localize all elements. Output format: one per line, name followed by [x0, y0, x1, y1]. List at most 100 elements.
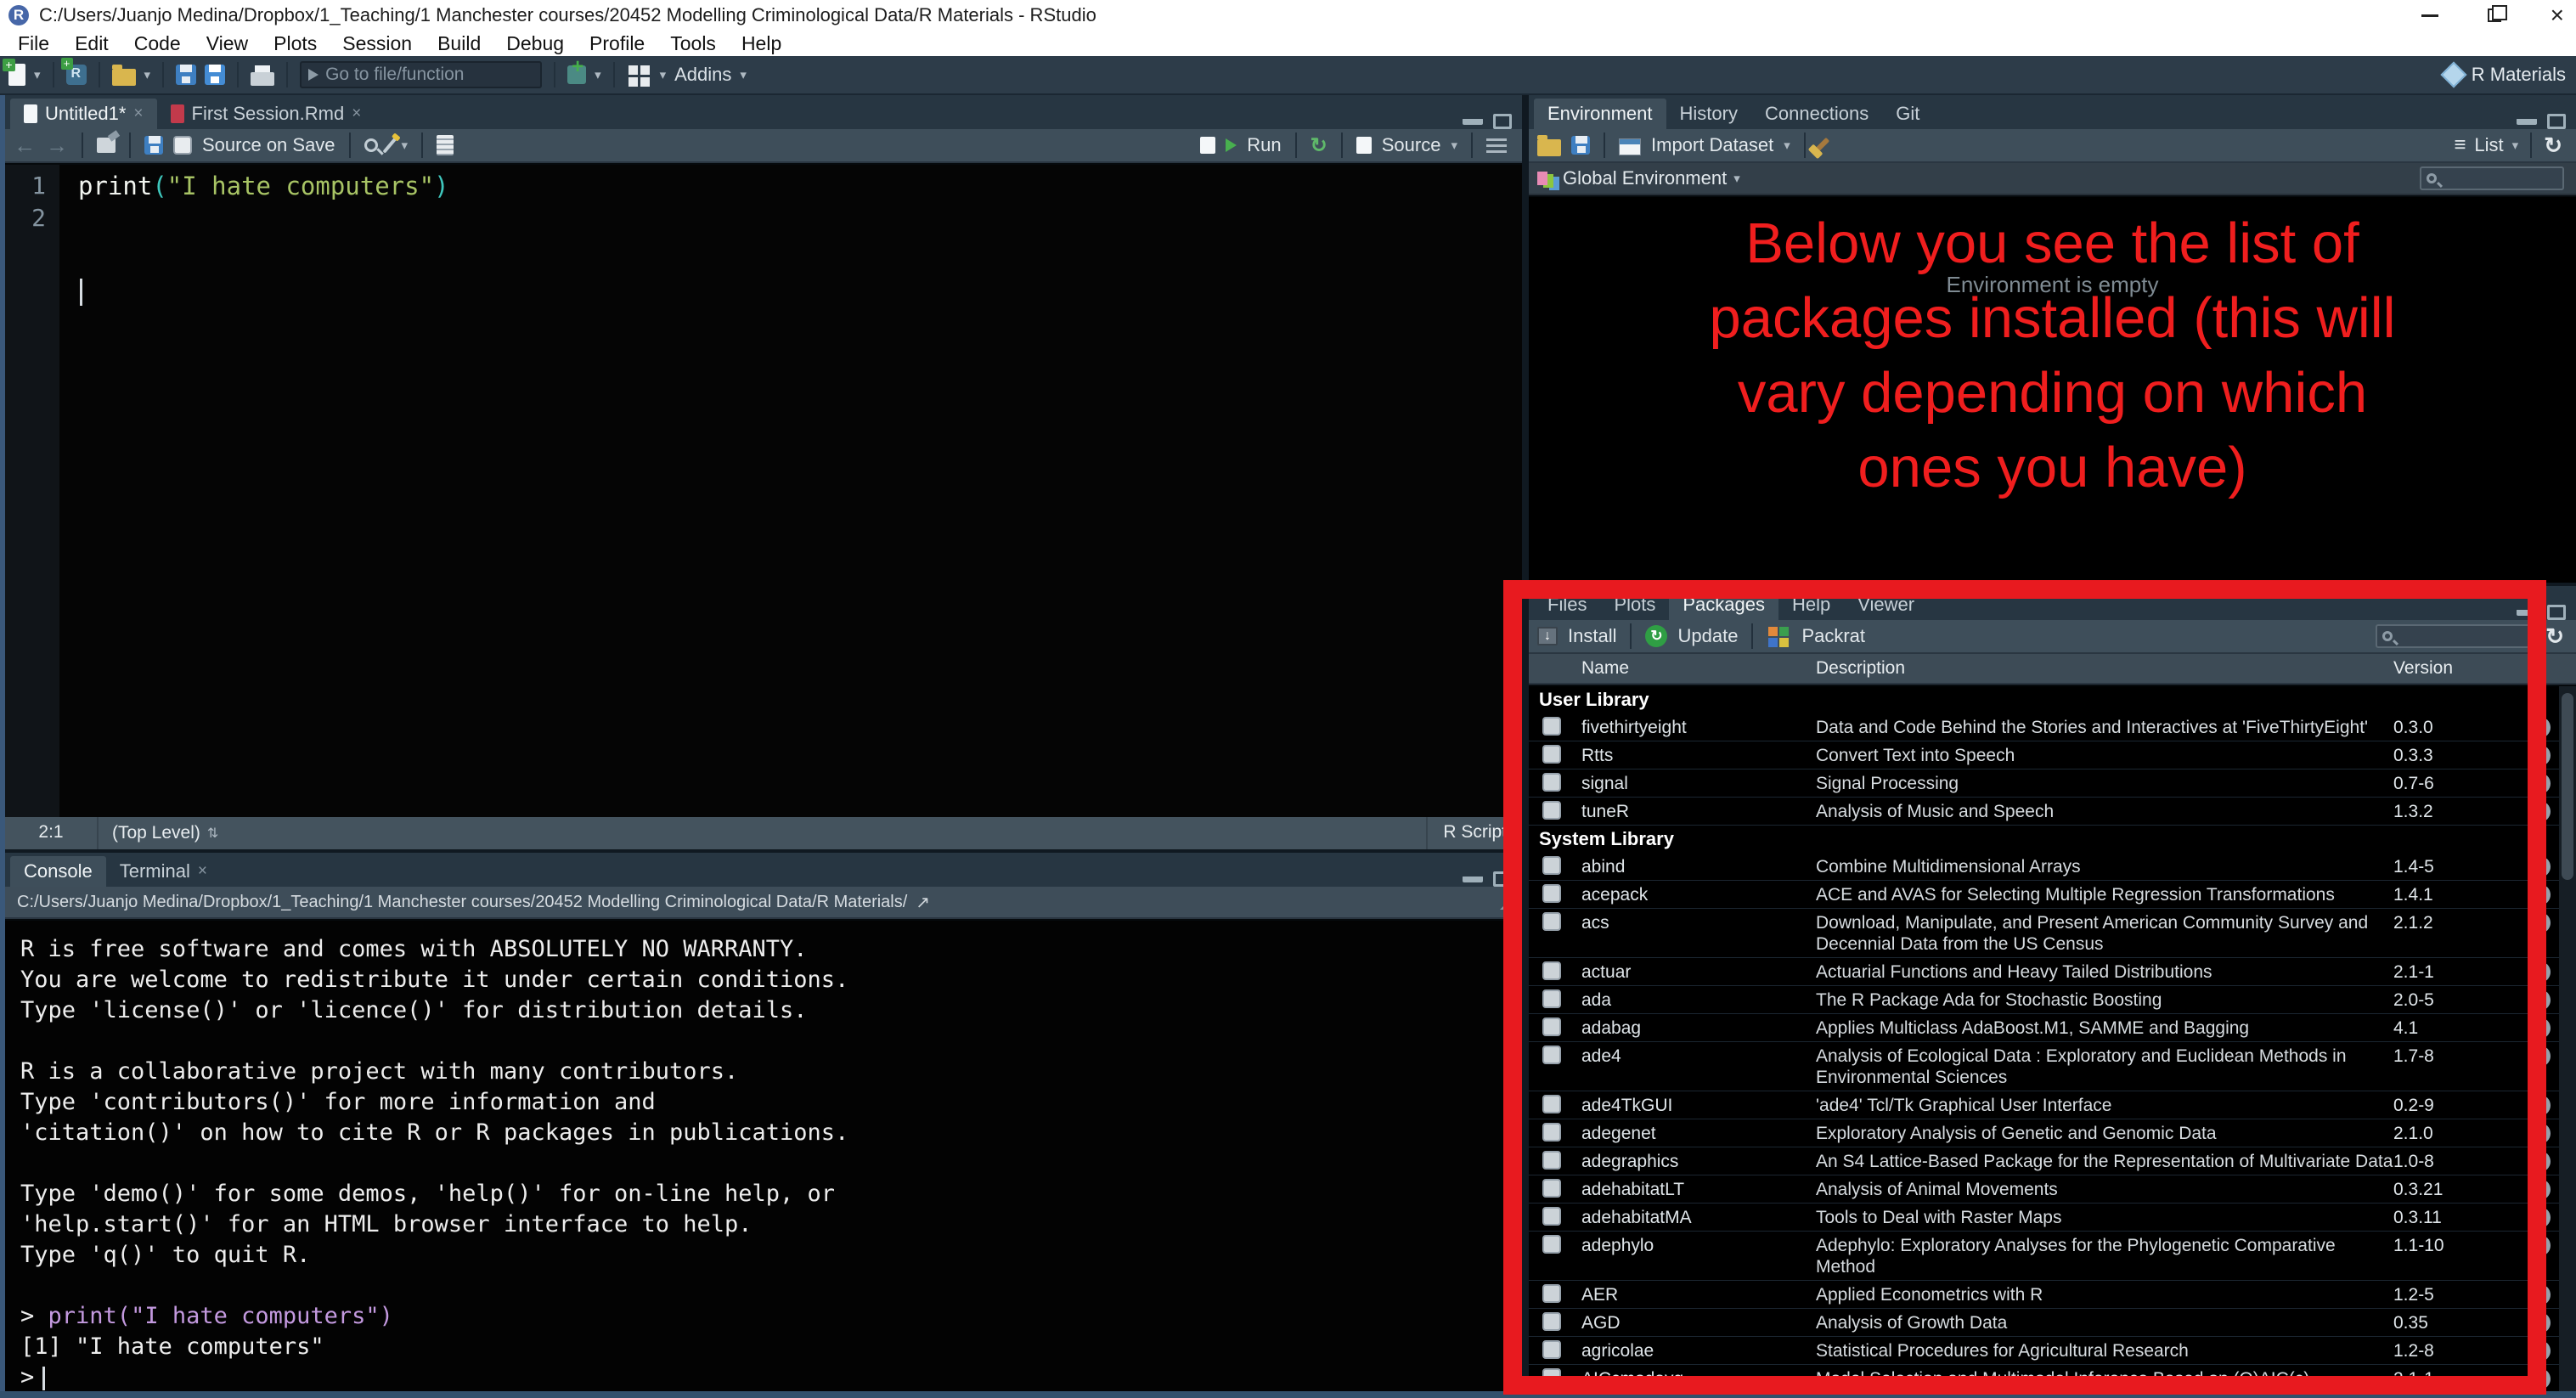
package-remove-button[interactable]: ×: [2529, 1312, 2551, 1333]
column-version[interactable]: Version: [2393, 658, 2529, 679]
package-checkbox[interactable]: [1542, 1207, 1561, 1226]
package-checkbox[interactable]: [1542, 1235, 1561, 1254]
package-remove-button[interactable]: ×: [2529, 1123, 2551, 1144]
maximize-pane-icon[interactable]: [1493, 114, 1512, 129]
tab-viewer[interactable]: Viewer: [1844, 589, 1928, 620]
new-project-icon[interactable]: [66, 65, 87, 85]
package-name-link[interactable]: actuar: [1581, 961, 1816, 983]
packages-search-input[interactable]: [2376, 624, 2537, 648]
import-dataset-icon[interactable]: [1619, 138, 1641, 155]
package-remove-button[interactable]: ×: [2529, 1151, 2551, 1172]
minimize-pane-icon[interactable]: [1463, 876, 1483, 882]
menu-item-view[interactable]: View: [194, 32, 261, 55]
code-tools-icon[interactable]: [382, 137, 397, 153]
package-checkbox[interactable]: [1542, 961, 1561, 980]
environment-dropdown[interactable]: ▾: [1733, 171, 1740, 186]
package-remove-button[interactable]: ×: [2529, 961, 2551, 983]
package-remove-button[interactable]: ×: [2529, 745, 2551, 766]
package-name-link[interactable]: adegenet: [1581, 1123, 1816, 1144]
tab-packages[interactable]: Packages: [1669, 589, 1778, 620]
menu-item-help[interactable]: Help: [729, 32, 794, 55]
package-checkbox[interactable]: [1542, 1123, 1561, 1142]
package-name-link[interactable]: signal: [1581, 773, 1816, 794]
packages-table[interactable]: User LibraryfivethirtyeightData and Code…: [1529, 686, 2559, 1391]
import-dataset-dropdown[interactable]: ▾: [1784, 138, 1790, 153]
package-remove-button[interactable]: ×: [2529, 1235, 2551, 1256]
minimize-pane-icon[interactable]: [2517, 118, 2537, 125]
package-remove-button[interactable]: ×: [2529, 1095, 2551, 1116]
restore-window-button[interactable]: [2488, 8, 2501, 22]
maximize-pane-icon[interactable]: [1493, 871, 1512, 887]
package-remove-button[interactable]: ×: [2529, 1179, 2551, 1200]
document-outline-icon[interactable]: [1486, 138, 1507, 141]
package-remove-button[interactable]: ×: [2529, 1207, 2551, 1228]
package-name-link[interactable]: AGD: [1581, 1312, 1816, 1333]
package-remove-button[interactable]: ×: [2529, 989, 2551, 1011]
package-checkbox[interactable]: [1542, 1179, 1561, 1198]
column-name[interactable]: Name: [1581, 658, 1816, 679]
run-button[interactable]: Run: [1247, 134, 1281, 156]
package-checkbox[interactable]: [1542, 1095, 1561, 1113]
refresh-icon[interactable]: ↻: [2545, 623, 2564, 650]
update-icon[interactable]: ↻: [1645, 625, 1667, 647]
list-view-dropdown[interactable]: ▾: [2512, 138, 2519, 153]
menu-item-code[interactable]: Code: [121, 32, 194, 55]
tab-plots[interactable]: Plots: [1600, 589, 1669, 620]
close-tab-icon[interactable]: ×: [198, 862, 207, 881]
close-window-button[interactable]: ×: [2551, 3, 2564, 27]
menu-item-debug[interactable]: Debug: [493, 32, 577, 55]
package-name-link[interactable]: tuneR: [1581, 801, 1816, 822]
environment-search-input[interactable]: [2420, 166, 2564, 190]
goto-directory-icon[interactable]: ↗: [916, 892, 930, 913]
package-remove-button[interactable]: ×: [2529, 856, 2551, 877]
package-checkbox[interactable]: [1542, 1284, 1561, 1303]
find-replace-icon[interactable]: [364, 138, 378, 152]
tab-untitled1[interactable]: Untitled1* ×: [10, 99, 157, 129]
package-checkbox[interactable]: [1542, 1151, 1561, 1170]
file-type-selector[interactable]: R Script: [1426, 817, 1522, 849]
scope-selector[interactable]: (Top Level) ⇅: [99, 823, 218, 843]
new-file-icon[interactable]: [8, 64, 25, 86]
project-selector[interactable]: R Materials: [2444, 56, 2566, 93]
open-recent-dropdown[interactable]: ▾: [144, 67, 151, 82]
package-checkbox[interactable]: [1542, 1017, 1561, 1036]
package-remove-button[interactable]: ×: [2529, 1368, 2551, 1390]
code-editor[interactable]: 1 2 print("I hate computers"): [5, 165, 1522, 817]
forward-icon[interactable]: →: [46, 132, 68, 159]
package-checkbox[interactable]: [1542, 884, 1561, 903]
save-workspace-icon[interactable]: [1571, 136, 1590, 155]
save-all-icon[interactable]: [205, 65, 225, 85]
column-description[interactable]: Description: [1816, 658, 2393, 679]
back-icon[interactable]: ←: [14, 132, 36, 159]
install-icon[interactable]: ↓: [1537, 627, 1558, 645]
global-environment-selector[interactable]: Global Environment: [1563, 167, 1727, 189]
package-name-link[interactable]: agricolae: [1581, 1340, 1816, 1361]
show-in-new-window-icon[interactable]: [97, 138, 116, 153]
packrat-button[interactable]: Packrat: [1801, 625, 1865, 647]
package-name-link[interactable]: ade4: [1581, 1046, 1816, 1067]
refresh-icon[interactable]: ↻: [2544, 132, 2562, 159]
tab-help[interactable]: Help: [1778, 589, 1844, 620]
code-tools-dropdown[interactable]: ▾: [402, 138, 409, 153]
pane-layout-dropdown[interactable]: ▾: [660, 67, 667, 82]
list-view-selector[interactable]: List: [2474, 134, 2503, 156]
package-remove-button[interactable]: ×: [2529, 884, 2551, 905]
package-name-link[interactable]: Rtts: [1581, 745, 1816, 766]
new-file-dropdown[interactable]: ▾: [34, 67, 41, 82]
tab-history[interactable]: History: [1666, 99, 1751, 129]
package-checkbox[interactable]: [1542, 773, 1561, 792]
close-tab-icon[interactable]: ×: [133, 104, 143, 123]
package-remove-button[interactable]: ×: [2529, 1017, 2551, 1039]
tab-terminal[interactable]: Terminal ×: [106, 856, 221, 887]
menu-item-profile[interactable]: Profile: [577, 32, 657, 55]
pane-layout-icon[interactable]: [628, 65, 638, 75]
package-remove-button[interactable]: ×: [2529, 1340, 2551, 1361]
console-prompt-line[interactable]: >: [20, 1362, 1522, 1391]
tab-environment[interactable]: Environment: [1534, 99, 1666, 129]
package-name-link[interactable]: adephylo: [1581, 1235, 1816, 1256]
package-checkbox[interactable]: [1542, 717, 1561, 736]
package-name-link[interactable]: acs: [1581, 912, 1816, 933]
package-name-link[interactable]: acepack: [1581, 884, 1816, 905]
package-remove-button[interactable]: ×: [2529, 717, 2551, 738]
addins-dropdown[interactable]: ▾: [740, 67, 747, 82]
